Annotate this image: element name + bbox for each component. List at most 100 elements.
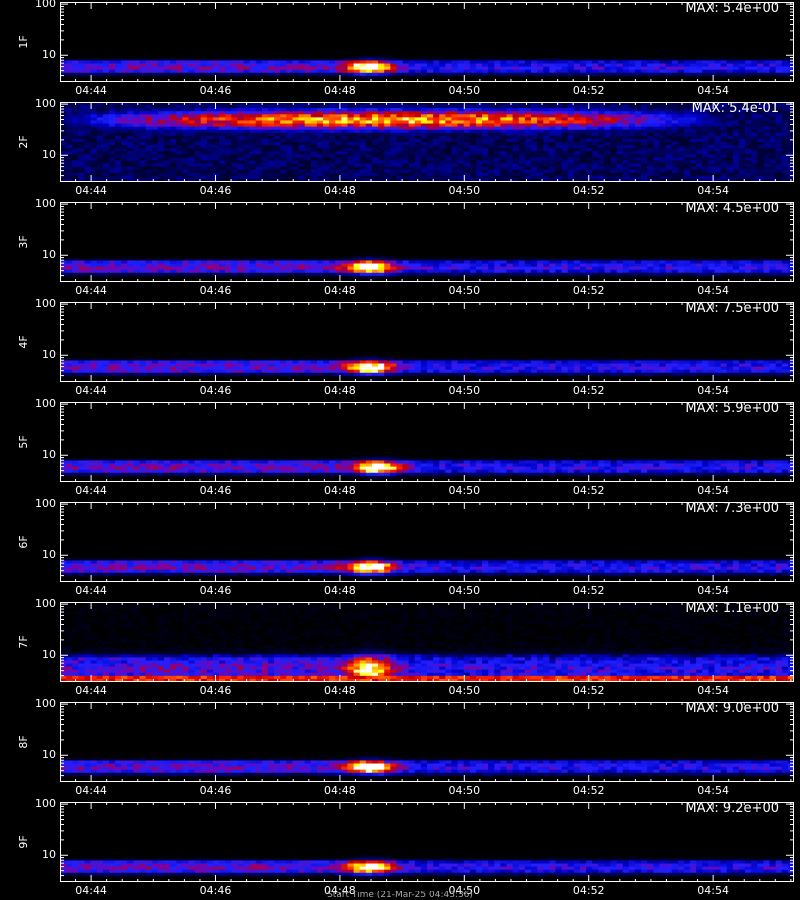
heatmap-cell bbox=[212, 126, 220, 131]
heatmap-cell bbox=[115, 175, 122, 180]
heatmap-cell bbox=[592, 69, 599, 74]
heatmap-cell bbox=[163, 275, 171, 280]
heatmap-cell bbox=[702, 120, 709, 125]
heatmap-cell bbox=[445, 169, 452, 174]
heatmap-cell bbox=[212, 172, 220, 177]
heatmap-cell bbox=[255, 166, 263, 171]
heatmap-cell bbox=[255, 269, 263, 274]
heatmap-cell bbox=[341, 63, 348, 68]
heatmap-cell bbox=[524, 60, 532, 65]
heatmap-cell bbox=[518, 126, 526, 131]
heatmap-cell bbox=[219, 169, 226, 174]
heatmap-cell bbox=[604, 120, 611, 125]
heatmap-cell bbox=[537, 175, 544, 180]
heatmap-cell bbox=[316, 172, 324, 177]
heatmap-cell bbox=[482, 105, 489, 109]
heatmap-cell bbox=[176, 57, 183, 61]
heatmap-cell bbox=[586, 263, 593, 268]
heatmap-cell bbox=[414, 123, 422, 128]
heatmap-cell bbox=[433, 108, 440, 112]
heatmap-cell bbox=[549, 172, 556, 177]
heatmap-cell bbox=[206, 120, 214, 125]
heatmap-cell bbox=[732, 154, 740, 158]
heatmap-cell bbox=[170, 175, 177, 180]
heatmap-cell bbox=[433, 160, 440, 165]
heatmap-cell bbox=[592, 260, 599, 265]
heatmap-cell bbox=[622, 57, 630, 61]
heatmap-cell bbox=[445, 263, 452, 268]
heatmap-cell bbox=[286, 257, 293, 261]
heatmap-cell bbox=[127, 108, 134, 112]
heatmap-cell bbox=[219, 120, 226, 125]
heatmap-cell bbox=[102, 117, 110, 121]
heatmap-cell bbox=[482, 269, 489, 274]
heatmap-cell bbox=[127, 266, 134, 271]
heatmap-cell bbox=[108, 151, 116, 155]
heatmap-cell bbox=[555, 266, 563, 271]
heatmap-cell bbox=[726, 175, 734, 180]
heatmap-cell bbox=[708, 154, 715, 158]
heatmap-cell bbox=[500, 151, 508, 155]
heatmap-cell bbox=[751, 63, 758, 68]
heatmap-cell bbox=[726, 142, 734, 146]
heatmap-cell bbox=[720, 126, 728, 131]
heatmap-cell bbox=[384, 151, 391, 155]
heatmap-cell bbox=[384, 266, 391, 271]
heatmap-cell bbox=[433, 148, 440, 152]
heatmap-cell bbox=[157, 123, 165, 128]
heatmap-cell bbox=[359, 135, 367, 140]
heatmap-cell bbox=[212, 272, 220, 277]
heatmap-cell bbox=[463, 117, 471, 121]
heatmap-cell bbox=[628, 108, 636, 112]
heatmap-cell bbox=[200, 60, 208, 65]
heatmap-cell bbox=[745, 266, 752, 271]
heatmap-cell bbox=[90, 163, 98, 168]
heatmap-cell bbox=[720, 257, 728, 261]
heatmap-cell bbox=[188, 266, 196, 271]
heatmap-cell bbox=[316, 163, 324, 168]
heatmap-cell bbox=[102, 154, 110, 158]
heatmap-cell bbox=[323, 148, 330, 152]
heatmap-cell bbox=[647, 175, 654, 180]
heatmap-cell bbox=[561, 151, 569, 155]
heatmap-cell bbox=[102, 151, 110, 155]
heatmap-cell bbox=[512, 135, 520, 140]
heatmap-cell bbox=[408, 257, 416, 261]
heatmap-cell bbox=[586, 257, 593, 261]
heatmap-cell bbox=[775, 145, 783, 149]
heatmap-cell bbox=[365, 138, 373, 143]
heatmap-cell bbox=[396, 160, 404, 165]
heatmap-cell bbox=[488, 142, 495, 146]
heatmap-cell bbox=[488, 172, 495, 177]
heatmap-cell bbox=[573, 57, 581, 61]
heatmap-cell bbox=[579, 123, 587, 128]
heatmap-cell bbox=[451, 166, 459, 171]
heatmap-cell bbox=[604, 148, 611, 152]
heatmap-cell bbox=[433, 66, 440, 71]
heatmap-cell bbox=[286, 60, 293, 65]
heatmap-cell bbox=[157, 257, 165, 261]
heatmap-cell bbox=[757, 257, 764, 261]
heatmap-cell bbox=[267, 72, 275, 77]
heatmap-cell bbox=[543, 69, 550, 74]
heatmap-cell bbox=[763, 166, 771, 171]
heatmap-cell bbox=[188, 160, 196, 165]
heatmap-cell bbox=[347, 63, 355, 68]
heatmap-cell bbox=[781, 260, 789, 265]
heatmap-cell bbox=[475, 117, 483, 121]
heatmap-cell bbox=[665, 272, 673, 277]
heatmap-cell bbox=[267, 126, 275, 131]
heatmap-cell bbox=[304, 117, 312, 121]
heatmap-cell bbox=[298, 120, 306, 125]
heatmap-cell bbox=[121, 120, 128, 125]
heatmap-cell bbox=[347, 166, 355, 171]
heatmap-cell bbox=[237, 135, 244, 140]
heatmap-cell bbox=[396, 120, 404, 125]
heatmap-cell bbox=[567, 63, 575, 68]
heatmap-cell bbox=[323, 145, 330, 149]
heatmap-cell bbox=[249, 157, 257, 161]
heatmap-cell bbox=[677, 120, 685, 125]
heatmap-cell bbox=[604, 160, 611, 165]
heatmap-cell bbox=[408, 117, 416, 121]
heatmap-cell bbox=[714, 117, 722, 121]
